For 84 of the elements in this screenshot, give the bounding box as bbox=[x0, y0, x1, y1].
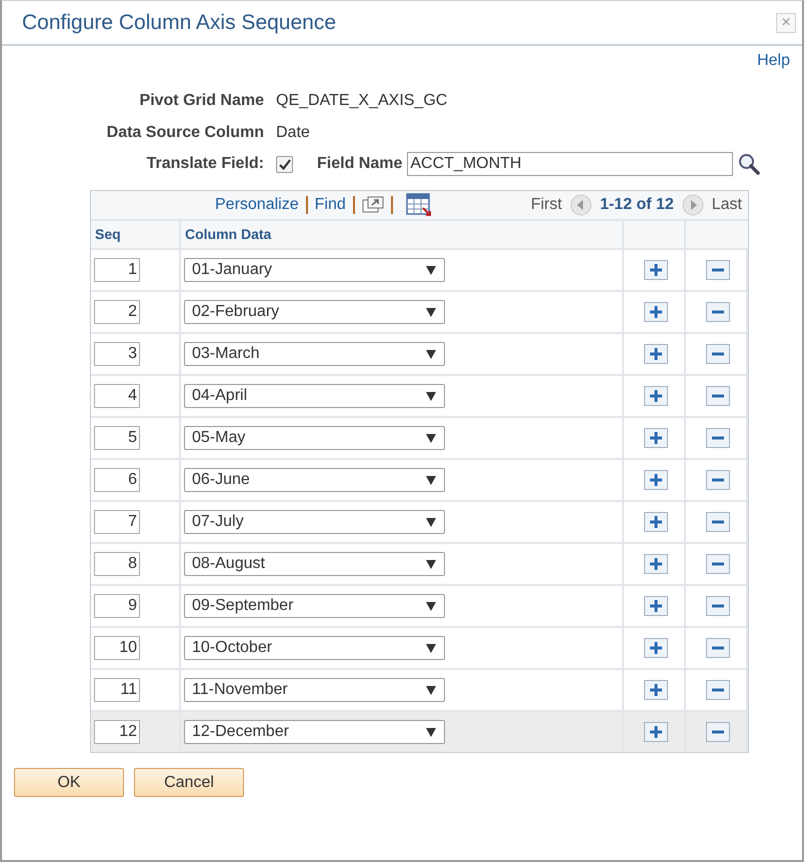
add-row-button[interactable] bbox=[644, 638, 668, 658]
delete-row-button[interactable] bbox=[706, 428, 730, 448]
column-data-dropdown[interactable]: 06-June bbox=[184, 468, 445, 492]
seq-field[interactable]: 11 bbox=[94, 678, 140, 702]
dropdown-arrow-icon bbox=[426, 266, 436, 274]
delete-row-button[interactable] bbox=[706, 260, 730, 280]
column-data-dropdown[interactable]: 09-September bbox=[184, 594, 445, 618]
dropdown-arrow-icon bbox=[426, 560, 436, 568]
delete-row-button[interactable] bbox=[706, 470, 730, 490]
seq-field[interactable]: 3 bbox=[94, 342, 140, 366]
spreadsheet-icon[interactable] bbox=[406, 193, 432, 217]
column-header: Seq bbox=[95, 226, 121, 242]
help-link[interactable]: Help bbox=[757, 52, 790, 69]
last-label: Last bbox=[712, 196, 742, 214]
add-row-button[interactable] bbox=[644, 428, 668, 448]
field-value: Date bbox=[276, 124, 311, 142]
dropdown-arrow-icon bbox=[426, 686, 436, 694]
personalize-link[interactable]: Personalize bbox=[215, 196, 299, 214]
delete-row-button[interactable] bbox=[706, 512, 730, 532]
dropdown-arrow-icon bbox=[426, 644, 436, 652]
page-range: 1-12 of 12 bbox=[600, 196, 674, 214]
column-data-dropdown[interactable]: 02-February bbox=[184, 300, 445, 324]
add-row-button[interactable] bbox=[644, 260, 668, 280]
column-data-dropdown[interactable]: 11-November bbox=[184, 678, 445, 702]
column-data-dropdown[interactable]: 12-December bbox=[184, 720, 445, 744]
delete-row-button[interactable] bbox=[706, 344, 730, 364]
dropdown-arrow-icon bbox=[426, 728, 436, 736]
field-name-input[interactable]: ACCT_MONTH bbox=[407, 152, 734, 176]
add-row-button[interactable] bbox=[644, 596, 668, 616]
add-row-button[interactable] bbox=[644, 512, 668, 532]
search-icon[interactable] bbox=[738, 153, 760, 175]
column-header: Column Data bbox=[185, 226, 272, 242]
window-title: Configure Column Axis Sequence bbox=[22, 10, 336, 34]
add-row-button[interactable] bbox=[644, 386, 668, 406]
dropdown-arrow-icon bbox=[426, 476, 436, 484]
delete-row-button[interactable] bbox=[706, 554, 730, 574]
column-data-dropdown[interactable]: 03-March bbox=[184, 342, 445, 366]
dropdown-arrow-icon bbox=[426, 350, 436, 358]
new-window-icon[interactable] bbox=[362, 196, 384, 214]
find-link[interactable]: Find bbox=[314, 196, 346, 214]
seq-field[interactable]: 12 bbox=[94, 720, 140, 744]
column-data-dropdown[interactable]: 10-October bbox=[184, 636, 445, 660]
dialog-button[interactable]: OK bbox=[14, 768, 124, 797]
first-label: First bbox=[530, 196, 562, 214]
field-label: Field Name bbox=[317, 155, 402, 173]
delete-row-button[interactable] bbox=[706, 302, 730, 322]
add-row-button[interactable] bbox=[644, 470, 668, 490]
seq-field[interactable]: 8 bbox=[94, 552, 140, 576]
dropdown-arrow-icon bbox=[426, 392, 436, 400]
translate-checkbox[interactable] bbox=[276, 156, 293, 172]
seq-field[interactable]: 9 bbox=[94, 594, 140, 618]
field-value: QE_DATE_X_AXIS_GC bbox=[276, 92, 448, 110]
seq-field[interactable]: 5 bbox=[94, 426, 140, 450]
add-row-button[interactable] bbox=[644, 344, 668, 364]
dialog-button[interactable]: Cancel bbox=[134, 768, 244, 797]
column-data-dropdown[interactable]: 07-July bbox=[184, 510, 445, 534]
next-page-icon[interactable] bbox=[682, 194, 704, 216]
add-row-button[interactable] bbox=[644, 722, 668, 742]
column-data-dropdown[interactable]: 04-April bbox=[184, 384, 445, 408]
field-label: Pivot Grid Name bbox=[138, 92, 264, 110]
dropdown-arrow-icon bbox=[426, 434, 436, 442]
delete-row-button[interactable] bbox=[706, 722, 730, 742]
delete-row-button[interactable] bbox=[706, 680, 730, 700]
column-data-dropdown[interactable]: 01-January bbox=[184, 258, 445, 282]
seq-field[interactable]: 6 bbox=[94, 468, 140, 492]
seq-field[interactable]: 10 bbox=[94, 636, 140, 660]
field-label: Translate Field: bbox=[146, 155, 264, 173]
column-data-dropdown[interactable]: 05-May bbox=[184, 426, 445, 450]
column-data-dropdown[interactable]: 08-August bbox=[184, 552, 445, 576]
add-row-button[interactable] bbox=[644, 554, 668, 574]
seq-field[interactable]: 4 bbox=[94, 384, 140, 408]
dropdown-arrow-icon bbox=[426, 518, 436, 526]
add-row-button[interactable] bbox=[644, 680, 668, 700]
field-label: Data Source Column bbox=[106, 124, 264, 142]
delete-row-button[interactable] bbox=[706, 638, 730, 658]
delete-row-button[interactable] bbox=[706, 386, 730, 406]
previous-page-icon[interactable] bbox=[570, 194, 592, 216]
delete-row-button[interactable] bbox=[706, 596, 730, 616]
add-row-button[interactable] bbox=[644, 302, 668, 322]
dropdown-arrow-icon bbox=[426, 308, 436, 316]
seq-field[interactable]: 7 bbox=[94, 510, 140, 534]
dropdown-arrow-icon bbox=[426, 602, 436, 610]
seq-field[interactable]: 2 bbox=[94, 300, 140, 324]
seq-field[interactable]: 1 bbox=[94, 258, 140, 282]
